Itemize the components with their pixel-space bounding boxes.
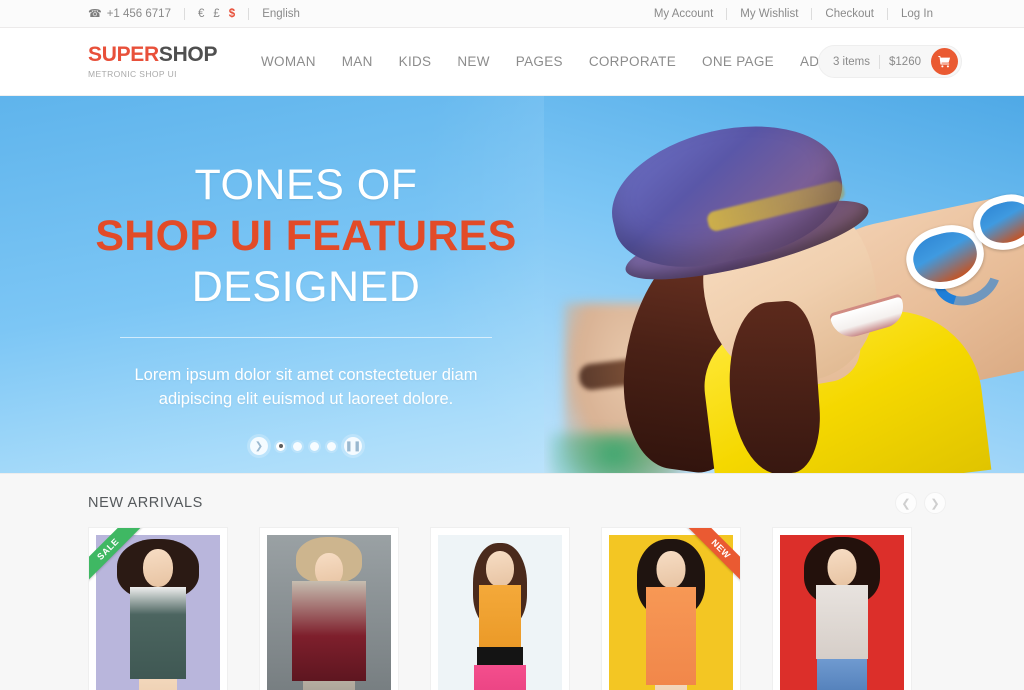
- currency-switcher[interactable]: € £ $: [185, 8, 248, 20]
- product-card[interactable]: NEW: [601, 527, 741, 690]
- nav-item-woman[interactable]: WOMAN: [248, 54, 329, 69]
- new-arrivals-header: NEW ARRIVALS ❮ ❯: [0, 474, 1024, 514]
- link-checkout[interactable]: Checkout: [812, 8, 887, 20]
- nav-item-corporate[interactable]: CORPORATE: [576, 54, 689, 69]
- new-arrivals-title: NEW ARRIVALS: [88, 495, 203, 511]
- product-card[interactable]: SALE: [88, 527, 228, 690]
- hero-slider: TONES OF SHOP UI FEATURES DESIGNED Lorem…: [0, 96, 1024, 473]
- hero-content: TONES OF SHOP UI FEATURES DESIGNED Lorem…: [0, 96, 612, 473]
- currency-usd[interactable]: $: [229, 8, 235, 20]
- product-image: [438, 535, 562, 690]
- slider-controls: ❯ ❚❚: [0, 437, 1024, 455]
- shopping-cart-icon[interactable]: [931, 48, 958, 75]
- logo-tagline: METRONIC SHOP UI: [88, 69, 177, 79]
- product-card[interactable]: [430, 527, 570, 690]
- carousel-next-icon[interactable]: ❯: [924, 492, 946, 514]
- currency-eur[interactable]: €: [198, 8, 204, 20]
- nav-item-kids[interactable]: KIDS: [386, 54, 445, 69]
- new-arrivals-section: NEW ARRIVALS ❮ ❯ SALE NEW: [0, 473, 1024, 690]
- cart-total: $1260: [889, 55, 921, 68]
- link-my-wishlist[interactable]: My Wishlist: [727, 8, 811, 20]
- hero-divider: [120, 337, 492, 339]
- hero-headline-line3: DESIGNED: [191, 262, 421, 311]
- top-bar-links: My Account My Wishlist Checkout Log In: [641, 7, 946, 20]
- language-selector[interactable]: English: [249, 8, 300, 20]
- link-log-in[interactable]: Log In: [888, 8, 946, 20]
- slider-dot-2[interactable]: [293, 441, 302, 451]
- product-image: [609, 535, 733, 690]
- product-image: [267, 535, 391, 690]
- nav-item-man[interactable]: MAN: [329, 54, 386, 69]
- cart-item-count: 3 items: [832, 55, 871, 68]
- carousel-navigation: ❮ ❯: [895, 492, 946, 514]
- logo-text: SUPERSHOP: [88, 44, 238, 65]
- slider-next-button[interactable]: ❯: [250, 437, 268, 455]
- product-card[interactable]: [259, 527, 399, 690]
- cart-summary[interactable]: 3 items $1260: [817, 45, 962, 78]
- phone-number: +1 456 6717: [106, 7, 171, 20]
- product-image: [96, 535, 220, 690]
- slider-dot-4[interactable]: [327, 441, 336, 451]
- carousel-prev-icon[interactable]: ❮: [895, 492, 917, 514]
- slider-dot-1[interactable]: [276, 441, 285, 451]
- top-bar-left: ☎ +1 456 6717 € £ $ English: [88, 7, 300, 20]
- nav-item-new[interactable]: NEW: [444, 54, 502, 69]
- hero-photo-subject: [544, 96, 1024, 473]
- phone-icon: ☎: [88, 8, 102, 20]
- top-bar: ☎ +1 456 6717 € £ $ English My Account M…: [0, 0, 1024, 28]
- phone-info: ☎ +1 456 6717: [88, 7, 184, 21]
- product-image: [780, 535, 904, 690]
- currency-gbp[interactable]: £: [213, 8, 219, 20]
- hero-headline-line2: SHOP UI FEATURES: [95, 212, 517, 261]
- nav-item-pages[interactable]: PAGES: [503, 54, 576, 69]
- slider-pause-button[interactable]: ❚❚: [344, 437, 362, 455]
- logo-super: SUPER: [88, 43, 159, 66]
- product-card[interactable]: [772, 527, 912, 690]
- site-header: SUPERSHOP METRONIC SHOP UI WOMAN MAN KID…: [0, 28, 1024, 96]
- nav-item-one-page[interactable]: ONE PAGE: [689, 54, 787, 69]
- product-carousel: SALE NEW: [0, 514, 1024, 690]
- logo-shop: SHOP: [158, 43, 218, 66]
- link-my-account[interactable]: My Account: [641, 8, 726, 20]
- slider-dot-3[interactable]: [310, 441, 319, 451]
- hero-headline-line1: TONES OF: [194, 161, 418, 209]
- logo[interactable]: SUPERSHOP METRONIC SHOP UI: [88, 44, 238, 79]
- hero-subtitle: Lorem ipsum dolor sit amet constectetuer…: [134, 366, 478, 409]
